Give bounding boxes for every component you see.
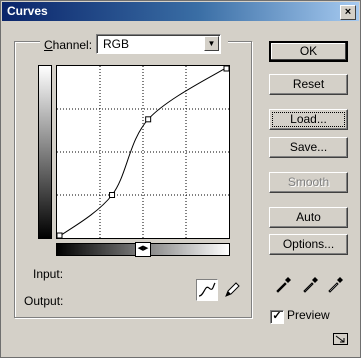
gray-eyedropper-icon[interactable]	[301, 274, 321, 294]
curve-control-point[interactable]	[145, 116, 152, 123]
preview-checkbox[interactable]: ✓	[270, 310, 284, 324]
curve-control-point[interactable]	[109, 192, 116, 198]
auto-button[interactable]: Auto	[269, 207, 348, 228]
white-eyedropper-icon[interactable]	[326, 274, 346, 294]
curve-control-point[interactable]	[56, 232, 63, 239]
channel-value: RGB	[103, 37, 130, 51]
curve-svg[interactable]	[56, 65, 230, 239]
curve-tool-button[interactable]	[196, 279, 218, 301]
output-gradient-bar	[38, 65, 52, 239]
curve-line	[56, 65, 230, 239]
ok-button[interactable]: OK	[269, 41, 348, 62]
curve-graph[interactable]	[56, 65, 230, 239]
options-button[interactable]: Options...	[269, 234, 348, 255]
title-bar[interactable]: Curves ×	[2, 2, 359, 21]
save-button[interactable]: Save...	[269, 137, 348, 158]
expand-icon[interactable]	[333, 333, 348, 345]
reset-button[interactable]: Reset	[269, 74, 348, 95]
black-eyedropper-icon[interactable]	[274, 274, 294, 294]
channel-select[interactable]: RGB ▼	[96, 34, 221, 54]
output-label: Output:	[24, 294, 64, 308]
input-label: Input:	[33, 267, 64, 281]
channel-label: Channel:	[44, 38, 93, 52]
curve-icon	[198, 282, 216, 297]
load-button[interactable]: Load...	[269, 109, 348, 130]
curve-control-point[interactable]	[223, 65, 230, 72]
pencil-icon	[225, 282, 240, 297]
preview-label: Preview	[287, 308, 330, 322]
chevron-down-icon[interactable]: ▼	[204, 36, 219, 51]
gradient-toggle-icon[interactable]: ◀▶	[135, 242, 151, 257]
pencil-tool-button[interactable]	[222, 279, 244, 301]
smooth-button: Smooth	[269, 172, 348, 193]
close-button[interactable]: ×	[340, 5, 356, 20]
window-title: Curves	[7, 4, 48, 18]
